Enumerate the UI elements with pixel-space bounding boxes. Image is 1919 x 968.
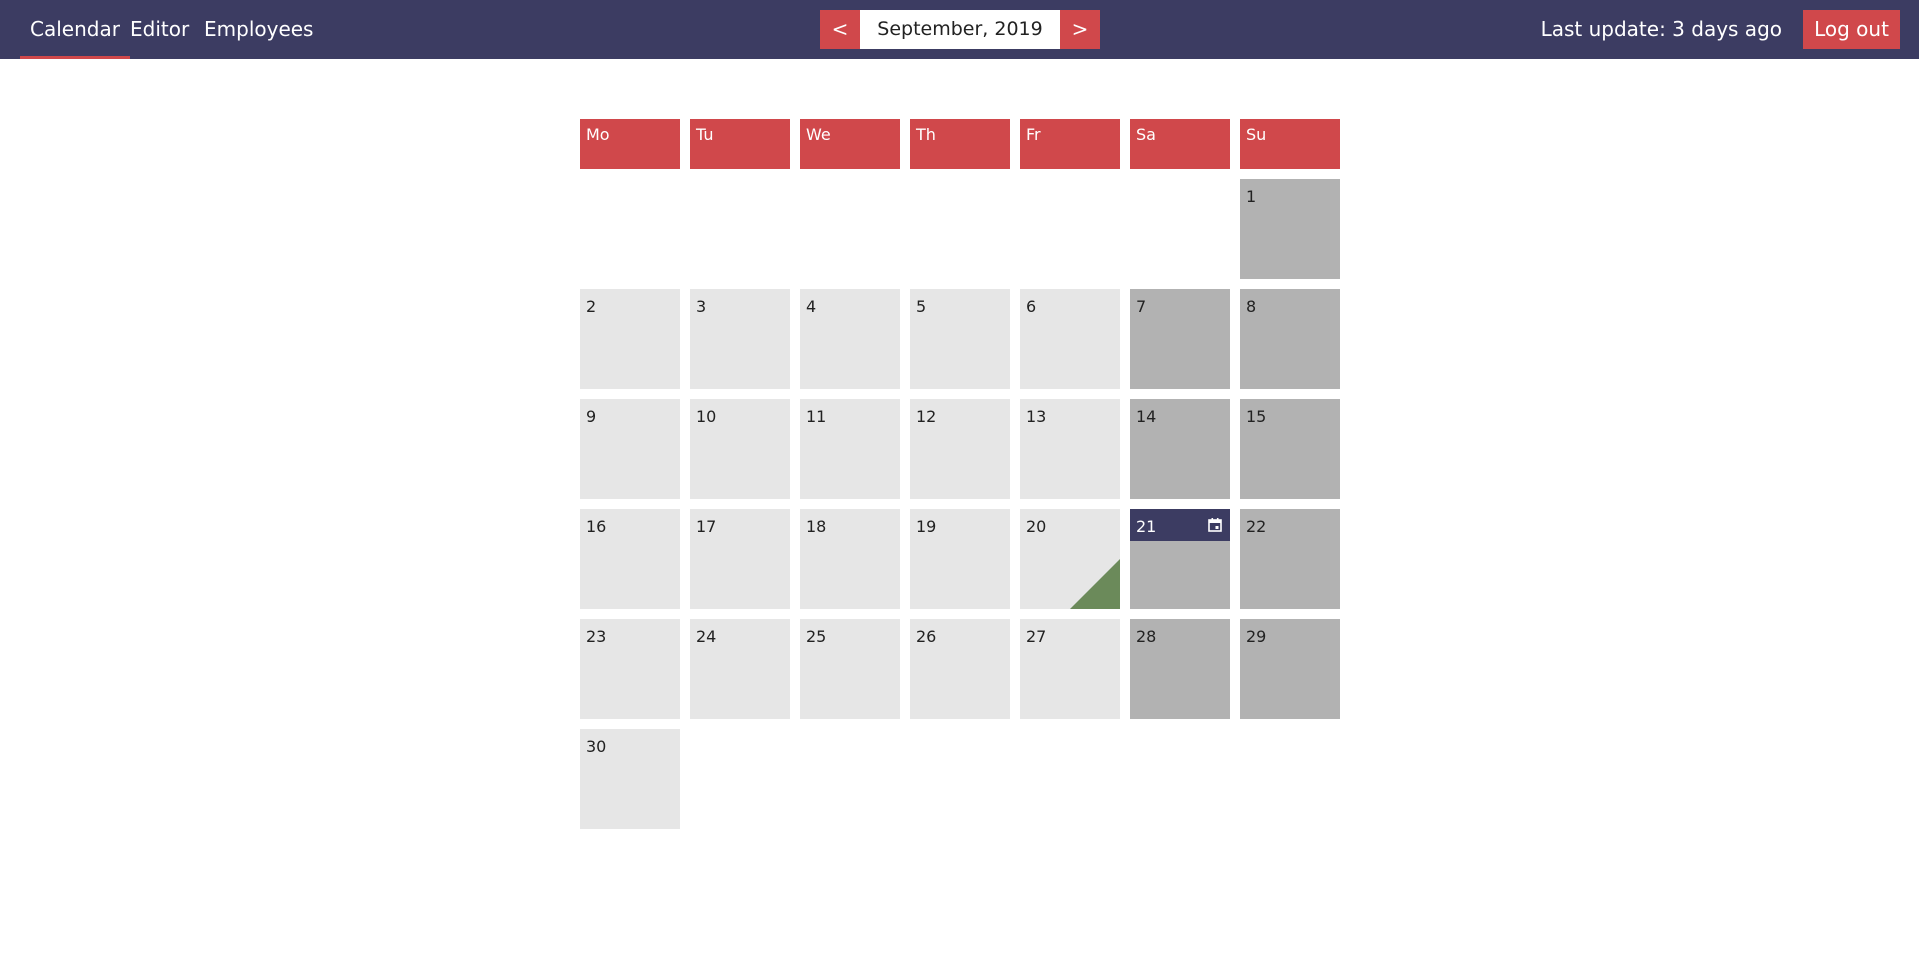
day-number: 23 — [586, 627, 607, 646]
day-number: 9 — [586, 407, 597, 426]
day-number: 10 — [696, 407, 717, 426]
calendar-day[interactable]: 1 — [1240, 179, 1340, 279]
day-number: 30 — [586, 737, 607, 756]
day-number: 16 — [586, 517, 607, 536]
nav-editor[interactable]: Editor — [130, 0, 189, 59]
day-number: 11 — [806, 407, 827, 426]
weekday-header-fr: Fr — [1020, 119, 1120, 169]
day-number: 24 — [696, 627, 717, 646]
calendar-day[interactable]: 15 — [1240, 399, 1340, 499]
day-number: 1 — [1246, 187, 1257, 206]
calendar-day[interactable]: 9 — [580, 399, 680, 499]
calendar-day[interactable]: 24 — [690, 619, 790, 719]
day-number: 12 — [916, 407, 937, 426]
calendar-day[interactable]: 28 — [1130, 619, 1230, 719]
calendar-day-marked[interactable]: 20 — [1020, 509, 1120, 609]
calendar-day[interactable]: 23 — [580, 619, 680, 719]
calendar-day[interactable]: 19 — [910, 509, 1010, 609]
next-month-button[interactable]: > — [1060, 10, 1100, 49]
previous-month-button[interactable]: < — [820, 10, 860, 49]
day-number: 17 — [696, 517, 717, 536]
day-number: 7 — [1136, 297, 1147, 316]
current-month-label: September, 2019 — [860, 10, 1060, 49]
top-navigation-bar: Calendar Editor Employees < September, 2… — [0, 0, 1919, 59]
calendar-day[interactable]: 29 — [1240, 619, 1340, 719]
calendar-day[interactable]: 22 — [1240, 509, 1340, 609]
calendar-day[interactable]: 25 — [800, 619, 900, 719]
day-number: 2 — [586, 297, 597, 316]
weekday-header-th: Th — [910, 119, 1010, 169]
day-number: 5 — [916, 297, 927, 316]
day-number: 25 — [806, 627, 827, 646]
calendar-day[interactable]: 30 — [580, 729, 680, 829]
day-number: 29 — [1246, 627, 1267, 646]
event-marker — [1070, 559, 1120, 609]
weekday-header-tu: Tu — [690, 119, 790, 169]
day-number: 28 — [1136, 627, 1157, 646]
day-number: 22 — [1246, 517, 1267, 536]
calendar-day[interactable]: 16 — [580, 509, 680, 609]
calendar-day[interactable]: 8 — [1240, 289, 1340, 389]
calendar-day[interactable]: 14 — [1130, 399, 1230, 499]
logout-button[interactable]: Log out — [1803, 10, 1900, 49]
weekday-header-mo: Mo — [580, 119, 680, 169]
calendar-day[interactable]: 6 — [1020, 289, 1120, 389]
weekday-header-we: We — [800, 119, 900, 169]
calendar-icon — [1208, 518, 1222, 532]
calendar-day-today[interactable]: 21 — [1130, 509, 1230, 609]
calendar-day[interactable]: 5 — [910, 289, 1010, 389]
calendar-day[interactable]: 11 — [800, 399, 900, 499]
day-number: 21 — [1136, 517, 1157, 536]
day-number: 15 — [1246, 407, 1267, 426]
day-number: 14 — [1136, 407, 1157, 426]
day-number: 19 — [916, 517, 937, 536]
calendar-day[interactable]: 4 — [800, 289, 900, 389]
calendar-day[interactable]: 12 — [910, 399, 1010, 499]
day-number: 20 — [1026, 517, 1047, 536]
calendar-day[interactable]: 26 — [910, 619, 1010, 719]
weekday-header-su: Su — [1240, 119, 1340, 169]
day-number: 26 — [916, 627, 937, 646]
nav-employees[interactable]: Employees — [204, 0, 313, 59]
calendar-day[interactable]: 18 — [800, 509, 900, 609]
calendar-day[interactable]: 17 — [690, 509, 790, 609]
calendar-day[interactable]: 27 — [1020, 619, 1120, 719]
calendar-day[interactable]: 10 — [690, 399, 790, 499]
day-number: 18 — [806, 517, 827, 536]
day-number: 8 — [1246, 297, 1257, 316]
weekday-header-sa: Sa — [1130, 119, 1230, 169]
calendar-day[interactable]: 7 — [1130, 289, 1230, 389]
day-number: 27 — [1026, 627, 1047, 646]
day-number: 6 — [1026, 297, 1037, 316]
day-number: 4 — [806, 297, 817, 316]
last-update-text: Last update: 3 days ago — [1540, 17, 1782, 41]
day-number: 13 — [1026, 407, 1047, 426]
day-number: 3 — [696, 297, 707, 316]
calendar-day[interactable]: 3 — [690, 289, 790, 389]
calendar-day[interactable]: 2 — [580, 289, 680, 389]
calendar-day[interactable]: 13 — [1020, 399, 1120, 499]
nav-calendar[interactable]: Calendar — [20, 0, 130, 59]
